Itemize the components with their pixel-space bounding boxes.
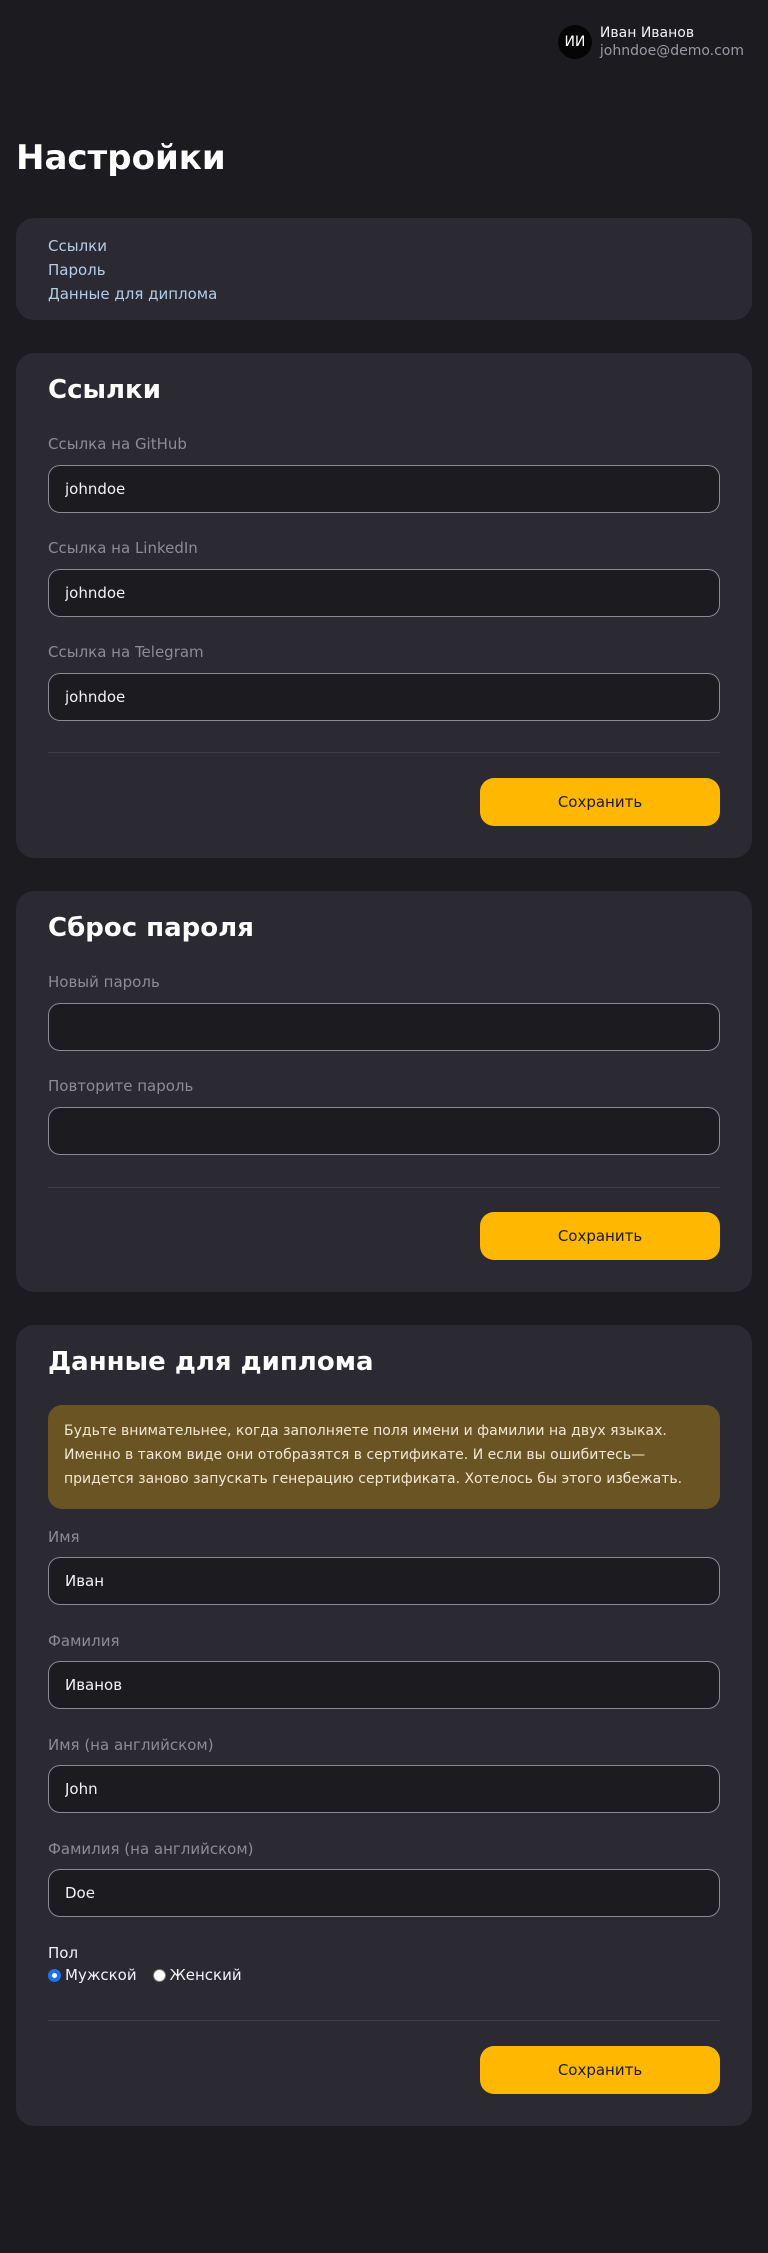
gender-label: Пол xyxy=(48,1944,79,1962)
links-section: Ссылки Ссылка на GitHub Ссылка на Linked… xyxy=(16,353,752,858)
page-title: Настройки xyxy=(16,138,226,178)
divider xyxy=(48,1187,720,1188)
linkedin-label: Ссылка на LinkedIn xyxy=(48,539,198,557)
github-input[interactable] xyxy=(48,465,720,513)
last-name-en-input[interactable] xyxy=(48,1869,720,1917)
first-name-en-label: Имя (на английском) xyxy=(48,1736,214,1754)
last-name-input[interactable] xyxy=(48,1661,720,1709)
repeat-password-input[interactable] xyxy=(48,1107,720,1155)
notice-line: придется заново запускать генерацию серт… xyxy=(64,1471,683,1487)
divider xyxy=(48,752,720,753)
notice-line: Будьте внимательнее, когда заполняете по… xyxy=(64,1423,667,1439)
radio-female[interactable] xyxy=(152,1968,166,1982)
repeat-password-label: Повторите пароль xyxy=(48,1077,194,1095)
nav-link-password[interactable]: Пароль xyxy=(48,258,720,282)
links-section-title: Ссылки xyxy=(48,375,161,405)
user-info: Иван Иванов johndoe@demo.com xyxy=(600,24,744,60)
new-password-input[interactable] xyxy=(48,1003,720,1051)
first-name-label: Имя xyxy=(48,1528,80,1546)
last-name-en-label: Фамилия (на английском) xyxy=(48,1840,254,1858)
save-password-button[interactable]: Сохранить xyxy=(480,1212,720,1260)
password-section: Сброс пароля Новый пароль Повторите паро… xyxy=(16,891,752,1292)
diploma-warning-notice: Будьте внимательнее, когда заполняете по… xyxy=(48,1405,720,1509)
gender-radio-group: Мужской Женский xyxy=(48,1966,258,1984)
radio-male[interactable] xyxy=(48,1968,61,1982)
nav-link-diploma[interactable]: Данные для диплома xyxy=(48,282,720,306)
avatar[interactable]: ИИ xyxy=(557,25,592,59)
diploma-section: Данные для диплома Будьте внимательнее, … xyxy=(16,1325,752,2126)
save-links-button[interactable]: Сохранить xyxy=(480,778,720,826)
notice-line: Именно в таком виде они отобразятся в се… xyxy=(64,1447,646,1463)
gender-option-male[interactable]: Мужской xyxy=(48,1966,137,1984)
nav-link-links[interactable]: Ссылки xyxy=(48,234,720,258)
divider xyxy=(48,2020,720,2021)
user-email: johndoe@demo.com xyxy=(599,43,744,59)
user-header: ИИ Иван Иванов johndoe@demo.com xyxy=(557,24,744,60)
user-name: Иван Иванов xyxy=(599,25,695,41)
gender-option-label: Мужской xyxy=(65,1966,137,1984)
save-diploma-button[interactable]: Сохранить xyxy=(480,2046,720,2094)
gender-option-female[interactable]: Женский xyxy=(152,1966,242,1984)
new-password-label: Новый пароль xyxy=(48,973,160,991)
password-section-title: Сброс пароля xyxy=(48,913,254,943)
settings-nav: Ссылки Пароль Данные для диплома xyxy=(16,218,752,320)
first-name-input[interactable] xyxy=(48,1557,720,1605)
last-name-label: Фамилия xyxy=(48,1632,120,1650)
github-label: Ссылка на GitHub xyxy=(48,435,187,453)
linkedin-input[interactable] xyxy=(48,569,720,617)
gender-option-label: Женский xyxy=(169,1966,242,1984)
telegram-input[interactable] xyxy=(48,673,720,721)
diploma-section-title: Данные для диплома xyxy=(48,1347,374,1377)
first-name-en-input[interactable] xyxy=(48,1765,720,1813)
telegram-label: Ссылка на Telegram xyxy=(48,643,204,661)
